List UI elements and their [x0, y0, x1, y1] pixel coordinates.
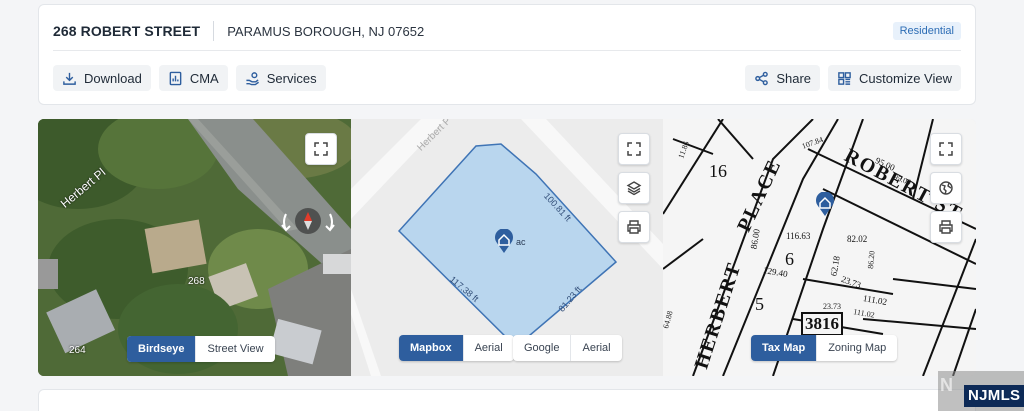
- share-icon: [755, 71, 769, 85]
- chart-icon: [169, 71, 182, 85]
- taxmap-view-toggle: Tax Map Zoning Map: [751, 335, 898, 361]
- taxmap-lot-6: 6: [785, 249, 794, 269]
- printer-icon: [939, 220, 953, 234]
- header-divider: [53, 50, 961, 51]
- google-tab[interactable]: Google: [513, 335, 572, 361]
- home-pin-icon: [816, 191, 834, 216]
- map-panels: Herbert Pl 268 264 Birdseye Street View: [38, 119, 976, 376]
- download-label: Download: [84, 70, 142, 86]
- mapbox-print-button[interactable]: [618, 211, 650, 243]
- property-header-card: 268 ROBERT STREET PARAMUS BOROUGH, NJ 07…: [38, 4, 976, 105]
- taxmap-dim-5: 82.02: [847, 234, 868, 244]
- taxmap-panel[interactable]: 11.86 64.88 107.84 95.00 111.02 86.20 23…: [663, 119, 976, 376]
- zoning-map-tab[interactable]: Zoning Map: [817, 335, 897, 361]
- grid-icon: [838, 71, 851, 85]
- taxmap-property-marker[interactable]: [815, 191, 835, 221]
- svg-text:86.20: 86.20: [866, 250, 877, 269]
- street-view-tab[interactable]: Street View: [196, 336, 274, 362]
- taxmap-lot-5: 5: [755, 294, 764, 314]
- taxmap-globe-button[interactable]: [930, 172, 962, 204]
- birdseye-neighbor-number: 264: [69, 345, 86, 356]
- property-type-badge: Residential: [892, 22, 961, 40]
- customize-view-label: Customize View: [859, 70, 952, 86]
- birdseye-view-toggle: Birdseye Street View: [127, 336, 275, 362]
- hand-coins-icon: [246, 71, 259, 85]
- property-street: 268 ROBERT STREET: [53, 23, 201, 39]
- taxmap-fullscreen-button[interactable]: [930, 133, 962, 165]
- customize-view-button[interactable]: Customize View: [828, 65, 961, 91]
- tax-map-tab[interactable]: Tax Map: [751, 335, 818, 361]
- mapbox-fullscreen-button[interactable]: [618, 133, 650, 165]
- njmls-logo: NJMLS: [964, 385, 1024, 407]
- cma-button[interactable]: CMA: [158, 65, 228, 91]
- birdseye-fullscreen-button[interactable]: [305, 133, 337, 165]
- address-divider: [213, 21, 215, 41]
- cma-label: CMA: [189, 70, 219, 86]
- services-button[interactable]: Services: [235, 65, 326, 91]
- property-marker[interactable]: [494, 228, 514, 258]
- compass-icon: [281, 208, 335, 234]
- google-source-toggle: Google Aerial: [513, 335, 622, 361]
- mapbox-source-toggle: Mapbox Aerial: [399, 335, 514, 361]
- fullscreen-icon: [627, 142, 641, 156]
- birdseye-tab[interactable]: Birdseye: [127, 336, 197, 362]
- share-button[interactable]: Share: [745, 65, 821, 91]
- taxmap-print-button[interactable]: [930, 211, 962, 243]
- mapbox-layers-button[interactable]: [618, 172, 650, 204]
- printer-icon: [627, 220, 641, 234]
- google-aerial-tab[interactable]: Aerial: [571, 335, 621, 361]
- lot-size-label: ac: [516, 237, 526, 247]
- mapbox-tab[interactable]: Mapbox: [399, 335, 464, 361]
- download-button[interactable]: Download: [53, 65, 151, 91]
- download-icon: [63, 72, 76, 85]
- njmls-watermark: N NJMLS: [938, 371, 1024, 411]
- mapbox-aerial-tab[interactable]: Aerial: [464, 335, 514, 361]
- taxmap-dim-3: 116.63: [786, 231, 811, 241]
- birdseye-panel[interactable]: Herbert Pl 268 264 Birdseye Street View: [38, 119, 351, 376]
- next-section-card: [38, 389, 976, 411]
- address-row: 268 ROBERT STREET PARAMUS BOROUGH, NJ 07…: [53, 20, 961, 42]
- fullscreen-icon: [939, 142, 953, 156]
- watermark-ghost-letter: N: [940, 375, 953, 395]
- fullscreen-icon: [314, 142, 328, 156]
- globe-icon: [939, 181, 953, 195]
- compass-control[interactable]: [278, 206, 338, 236]
- birdseye-house-number: 268: [188, 276, 205, 287]
- home-pin-icon: [495, 228, 513, 253]
- services-label: Services: [266, 70, 317, 86]
- action-bar: Download CMA Services Share Customize Vi…: [53, 65, 961, 91]
- taxmap-block-3816: 3816: [801, 312, 843, 336]
- share-label: Share: [776, 70, 812, 86]
- mapbox-panel[interactable]: Herbert P 100.81 ft 117.38 ft 81.23 ft a…: [351, 119, 663, 376]
- layers-icon: [626, 181, 642, 196]
- property-city: PARAMUS BOROUGH, NJ 07652: [227, 23, 425, 39]
- svg-text:23.73: 23.73: [823, 302, 841, 311]
- taxmap-lot-16: 16: [709, 161, 727, 181]
